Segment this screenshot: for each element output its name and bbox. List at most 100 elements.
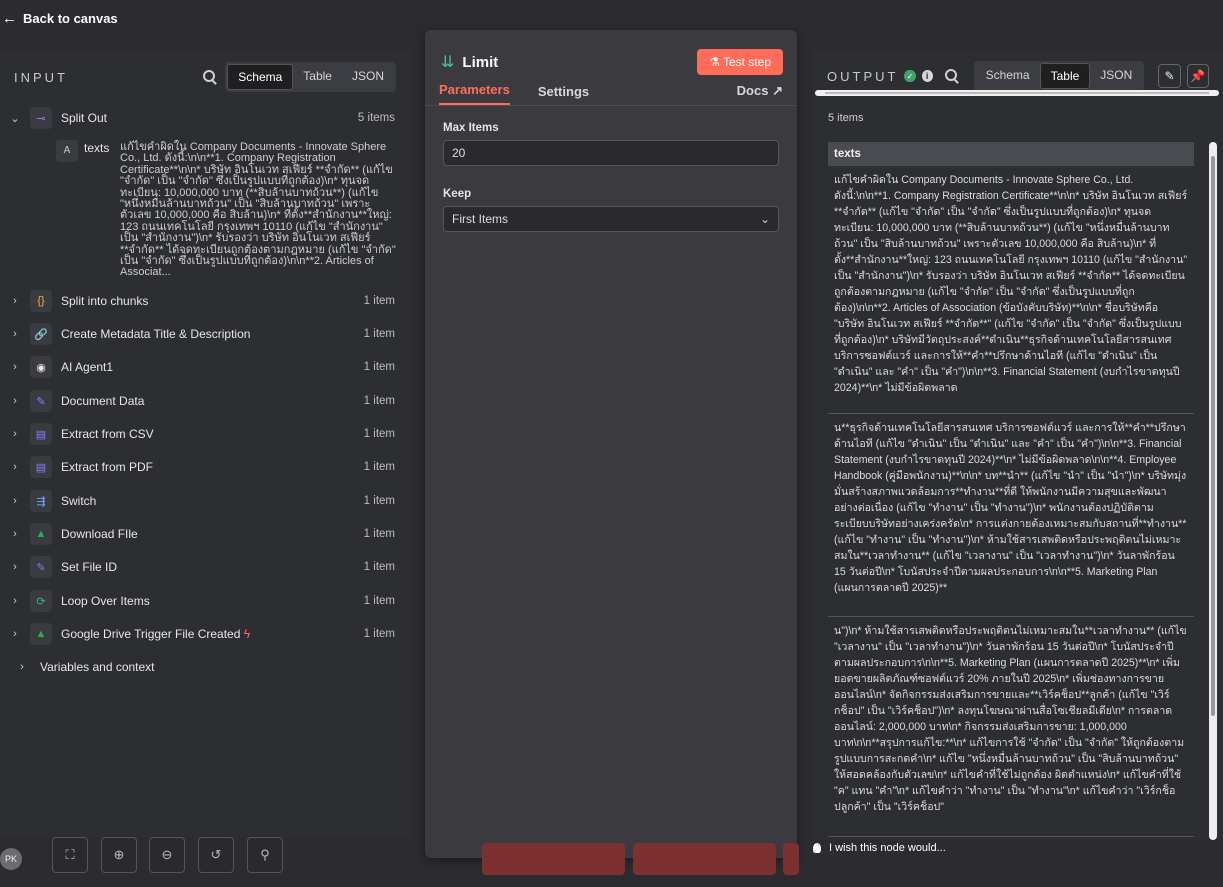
field-value: แก้ไขคำผิดใน Company Documents - Innovat… (120, 141, 396, 279)
docs-link[interactable]: Docs ↗ (737, 83, 783, 105)
tree-item-count: 1 item (363, 361, 395, 373)
delete-button[interactable] (783, 843, 799, 875)
pencil-icon: ✎ (30, 556, 52, 578)
reset-zoom-button[interactable]: ↺ (198, 837, 234, 873)
back-label: Back to canvas (23, 11, 118, 26)
field-key: texts (84, 141, 110, 155)
tree-item-document-data[interactable]: › ✎ Document Data 1 item (0, 389, 410, 413)
table-cell[interactable]: แก้ไขคำผิดใน Company Documents - Innovat… (828, 166, 1194, 414)
chevron-down-icon[interactable]: ⌄ (0, 112, 30, 125)
tree-item-split-out[interactable]: ⌄ ⊸ Split Out 5 items (0, 106, 410, 130)
magic-wand-icon: ⚲ (260, 847, 270, 862)
input-panel: INPUT Schema Table JSON ⌄ ⊸ Split Out 5 … (0, 50, 410, 838)
tree-item-label: Document Data (61, 394, 145, 408)
limit-node-icon: ⇊ (441, 54, 455, 71)
tidy-up-button[interactable]: ⚲ (247, 837, 283, 873)
tree-item-ai-agent1[interactable]: › ◉ AI Agent1 1 item (0, 355, 410, 379)
table-cell[interactable]: น")\n* ห้ามใช้สารเสพติดหรือประพฤติตนไม่เ… (828, 617, 1194, 837)
chevron-right-icon[interactable]: › (0, 361, 30, 373)
tree-item-switch[interactable]: › ⇶ Switch 1 item (0, 489, 410, 513)
tree-item-count: 1 item (363, 595, 395, 607)
switch-icon: ⇶ (30, 490, 52, 512)
node-tabs: Parameters Settings Docs ↗ (425, 82, 797, 106)
pencil-icon: ✎ (30, 390, 52, 412)
input-view-schema[interactable]: Schema (227, 64, 294, 90)
edit-output-button[interactable]: ✎ (1158, 64, 1181, 88)
node-title[interactable]: Limit (462, 54, 697, 71)
input-view-json[interactable]: JSON (342, 64, 394, 90)
pin-data-button[interactable]: 📌 (1186, 64, 1209, 88)
external-link-icon: ↗ (772, 83, 783, 98)
extract-icon: ▤ (30, 456, 52, 478)
execute-workflow-button[interactable] (482, 843, 625, 875)
input-title: INPUT (14, 69, 68, 85)
feedback-label: I wish this node would... (829, 842, 946, 854)
tree-item-label: Extract from CSV (61, 427, 154, 441)
info-icon[interactable]: i (921, 70, 933, 82)
chevron-right-icon[interactable]: › (0, 661, 40, 673)
tree-item-create-metadata[interactable]: › 🔗 Create Metadata Title & Description … (0, 322, 410, 346)
zoom-in-button[interactable]: ⊕ (101, 837, 137, 873)
input-view-table[interactable]: Table (293, 64, 342, 90)
output-view-switch: Schema Table JSON (973, 61, 1145, 91)
output-table: texts แก้ไขคำผิดใน Company Documents - I… (828, 142, 1194, 842)
tree-item-count: 5 items (357, 112, 395, 124)
table-cell[interactable]: น**ธุรกิจด้านเทคโนโลยีสารสนเทศ บริการซอฟ… (828, 414, 1194, 617)
chevron-right-icon[interactable]: › (0, 628, 30, 640)
lightbulb-icon (813, 843, 821, 853)
chevron-right-icon[interactable]: › (0, 461, 30, 473)
chevron-right-icon[interactable]: › (0, 595, 30, 607)
arrow-left-icon: ← (2, 10, 17, 27)
search-icon[interactable] (944, 69, 958, 83)
avatar[interactable]: PK (0, 848, 22, 870)
input-view-switch: Schema Table JSON (225, 62, 396, 92)
tree-item-extract-csv[interactable]: › ▤ Extract from CSV 1 item (0, 422, 410, 446)
tree-item-label: Split into chunks (61, 294, 149, 308)
feedback-link[interactable]: I wish this node would... (813, 842, 946, 854)
test-step-button[interactable]: ⚗ Test step (697, 49, 783, 75)
tree-item-split-into-chunks[interactable]: › {} Split into chunks 1 item (0, 289, 410, 313)
tree-item-variables-context[interactable]: › Variables and context (0, 655, 410, 679)
chevron-right-icon[interactable]: › (0, 528, 30, 540)
chevron-right-icon[interactable]: › (0, 428, 30, 440)
string-type-icon: A (56, 140, 78, 162)
fit-view-icon: ⛶ (65, 847, 75, 862)
output-view-table[interactable]: Table (1039, 63, 1091, 89)
tree-item-label: Loop Over Items (61, 594, 150, 608)
output-title: OUTPUT (827, 68, 899, 84)
zoom-to-fit-button[interactable]: ⛶ (52, 837, 88, 873)
keep-select[interactable]: First Items ⌄ (443, 206, 779, 232)
tree-item-label: AI Agent1 (61, 360, 114, 374)
chevron-right-icon[interactable]: › (0, 395, 30, 407)
chevron-right-icon[interactable]: › (0, 561, 30, 573)
flask-icon: ⚗ (709, 55, 720, 69)
tree-item-download-file[interactable]: › ▲ Download FIle 1 item (0, 522, 410, 546)
limit-node-panel: ⇊ Limit ⚗ Test step Parameters Settings … (425, 30, 797, 858)
max-items-input[interactable]: 20 (443, 140, 779, 166)
texts-field: A texts แก้ไขคำผิดใน Company Documents -… (56, 140, 400, 282)
zoom-in-icon: ⊕ (113, 847, 125, 862)
chat-button[interactable] (633, 843, 776, 875)
tree-item-google-drive-trigger[interactable]: › ▲ Google Drive Trigger File Created ϟ … (0, 622, 410, 646)
tree-item-count: 1 item (363, 628, 395, 640)
zoom-out-button[interactable]: ⊖ (149, 837, 185, 873)
chevron-right-icon[interactable]: › (0, 495, 30, 507)
tree-item-count: 1 item (363, 461, 395, 473)
tree-item-count: 1 item (363, 528, 395, 540)
horizontal-scrollbar[interactable] (815, 90, 1219, 96)
chevron-right-icon[interactable]: › (0, 328, 30, 340)
back-to-canvas-link[interactable]: ← Back to canvas (0, 10, 118, 27)
chevron-right-icon[interactable]: › (0, 295, 30, 307)
search-icon[interactable] (203, 70, 217, 84)
tab-parameters[interactable]: Parameters (439, 82, 510, 105)
tree-item-loop-over-items[interactable]: › ⟳ Loop Over Items 1 item (0, 589, 410, 613)
tab-settings[interactable]: Settings (538, 84, 589, 105)
output-view-schema[interactable]: Schema (976, 63, 1040, 89)
tree-item-set-file-id[interactable]: › ✎ Set File ID 1 item (0, 555, 410, 579)
output-view-json[interactable]: JSON (1090, 63, 1142, 89)
docs-label: Docs (736, 83, 769, 98)
vertical-scrollbar[interactable] (1209, 142, 1217, 840)
zoom-out-icon: ⊖ (161, 847, 173, 862)
pencil-icon: ✎ (1164, 69, 1175, 83)
tree-item-extract-pdf[interactable]: › ▤ Extract from PDF 1 item (0, 455, 410, 479)
